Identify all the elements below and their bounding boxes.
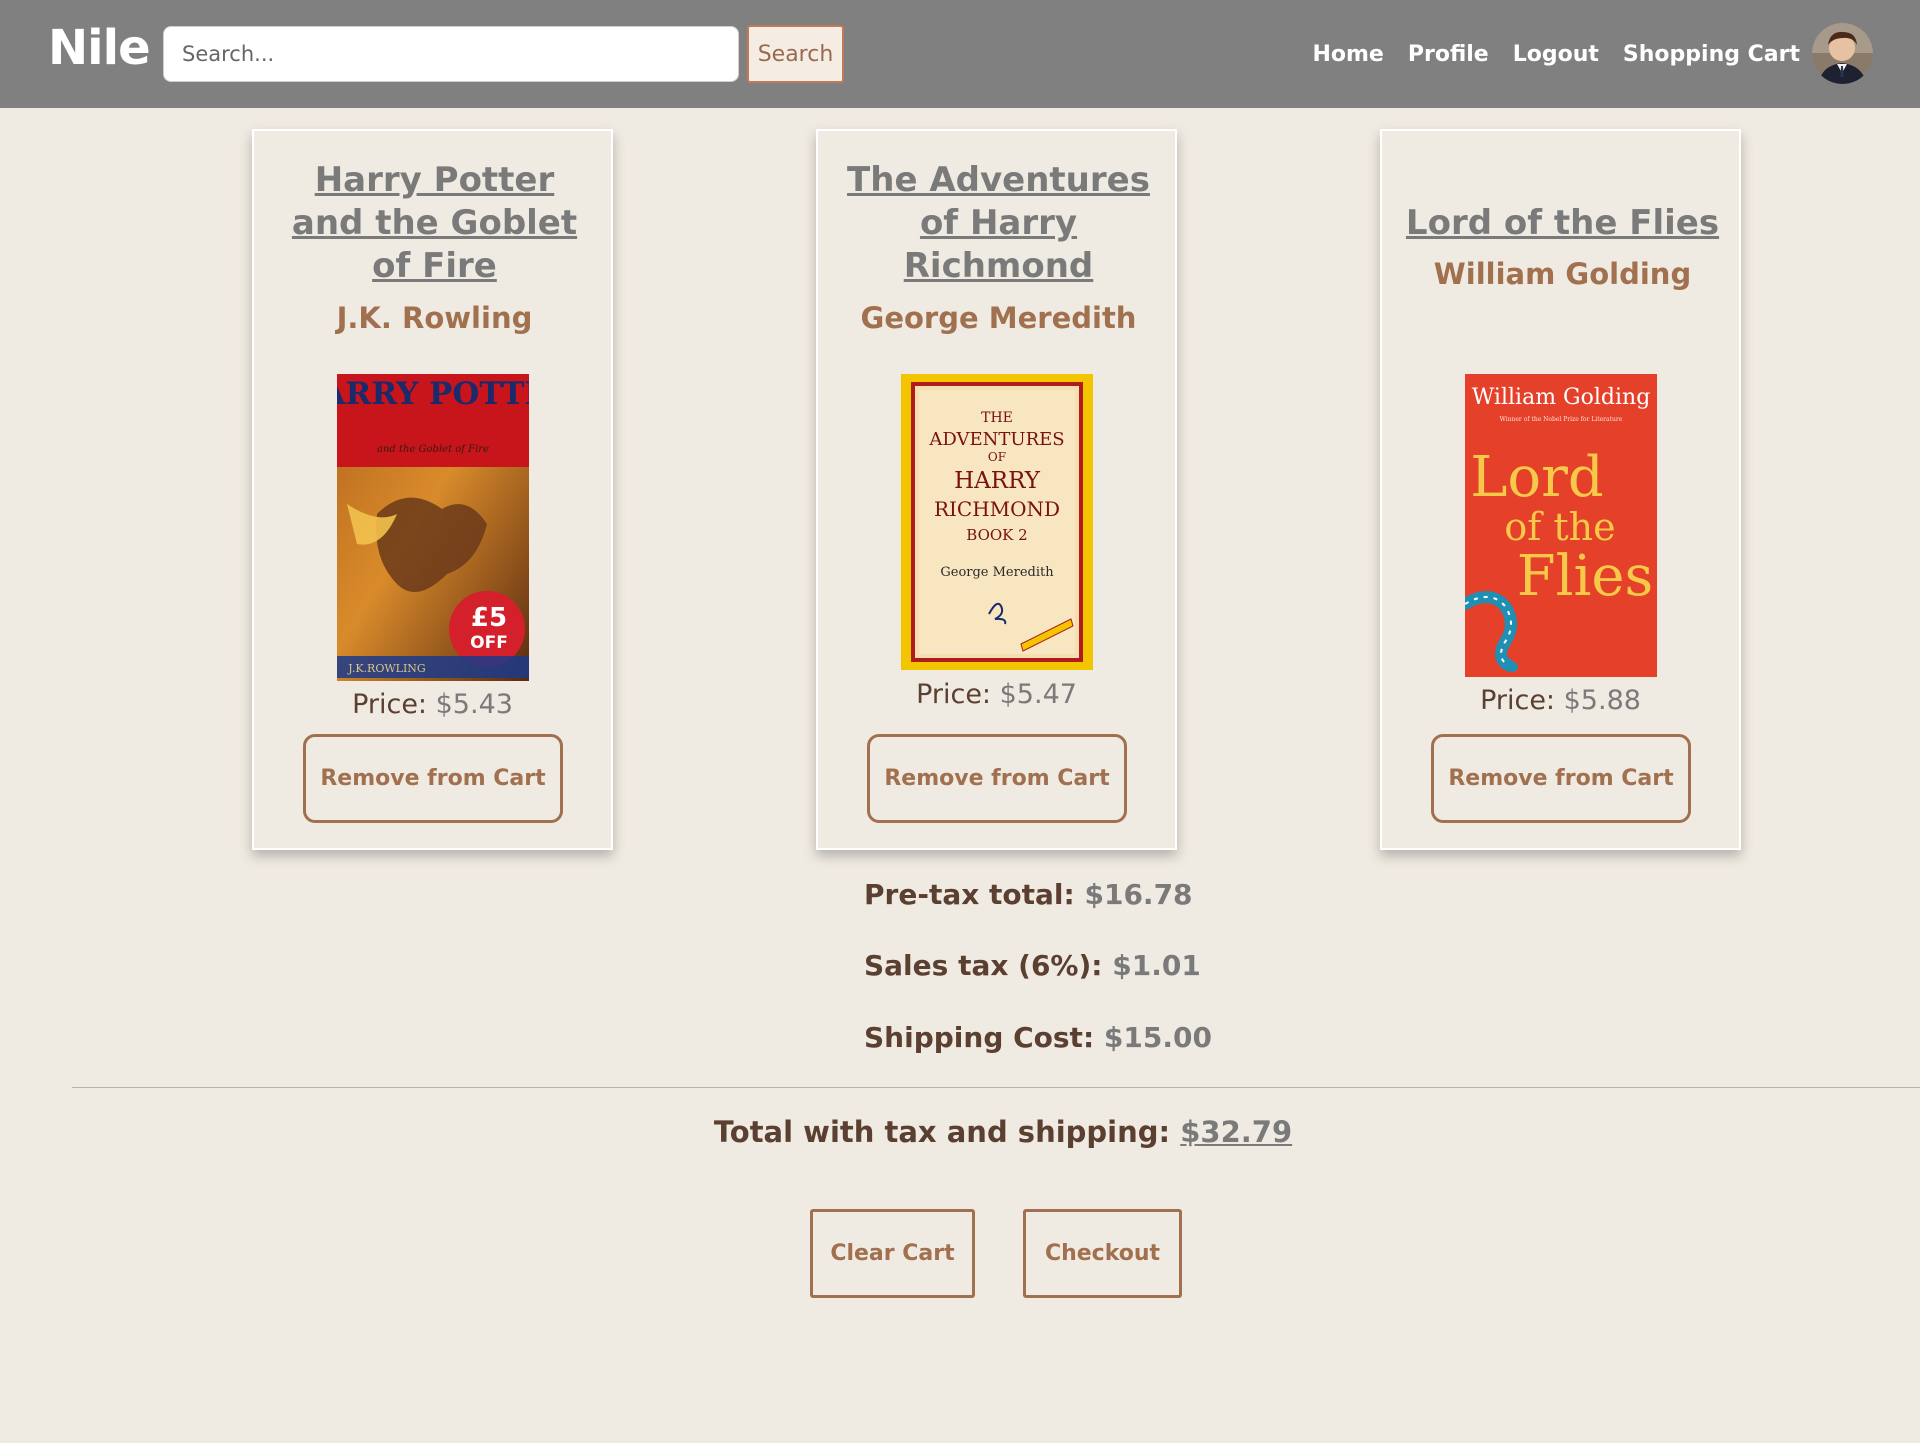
price-text: Price: $5.88 (1382, 685, 1739, 716)
search-input[interactable] (163, 26, 739, 82)
nav-links: Home Profile Logout Shopping Cart (1312, 0, 1800, 108)
svg-text:THE: THE (981, 410, 1013, 426)
price-label: Price: (352, 689, 428, 720)
nav-link-home[interactable]: Home (1312, 42, 1383, 67)
nav-link-logout[interactable]: Logout (1513, 42, 1599, 67)
brand-logo[interactable]: Nile (48, 20, 151, 76)
price-label: Price: (1480, 685, 1556, 716)
pretax-label: Pre-tax total: (864, 878, 1075, 911)
book-cover-image[interactable]: HARRY POTTER and the Goblet of Fire £5 O… (337, 374, 529, 681)
shipping-cost: Shipping Cost: $15.00 (864, 1021, 1212, 1054)
user-avatar-icon (1812, 23, 1873, 84)
book-title-link[interactable]: Harry Potter and the Goblet of Fire (274, 159, 595, 288)
book-author: George Meredith (860, 301, 1137, 335)
svg-text:Flies: Flies (1517, 544, 1654, 609)
grand-total-value[interactable]: $32.79 (1180, 1115, 1292, 1149)
cart-item-card: The Adventures of Harry Richmond George … (816, 129, 1177, 850)
grand-total-label: Total with tax and shipping: (713, 1115, 1171, 1149)
price-text: Price: $5.47 (818, 679, 1175, 710)
sales-tax-value: $1.01 (1112, 949, 1201, 982)
cart-item-card: Lord of the Flies William Golding Willia… (1380, 129, 1741, 850)
svg-text:BOOK 2: BOOK 2 (966, 526, 1027, 544)
top-navbar: Nile Search Home Profile Logout Shopping… (0, 0, 1920, 108)
nav-link-profile[interactable]: Profile (1408, 42, 1489, 67)
svg-text:OF: OF (988, 450, 1006, 464)
book-cover-image[interactable]: William Golding Winner of the Nobel Priz… (1465, 374, 1657, 677)
svg-text:Winner of the Nobel Prize for: Winner of the Nobel Prize for Literature (1500, 416, 1623, 423)
cart-item-card: Harry Potter and the Goblet of Fire J.K.… (252, 129, 613, 850)
pretax-total: Pre-tax total: $16.78 (864, 878, 1193, 911)
shipping-cost-value: $15.00 (1103, 1021, 1212, 1054)
price-value: $5.47 (999, 679, 1077, 710)
checkout-button[interactable]: Checkout (1023, 1209, 1182, 1298)
pretax-value: $16.78 (1084, 878, 1193, 911)
nav-link-shopping-cart[interactable]: Shopping Cart (1623, 42, 1800, 67)
price-value: $5.88 (1563, 685, 1641, 716)
book-title-link[interactable]: The Adventures of Harry Richmond (838, 159, 1159, 288)
svg-text:George Meredith: George Meredith (940, 565, 1054, 580)
sales-tax: Sales tax (6%): $1.01 (864, 949, 1201, 982)
svg-text:OFF: OFF (470, 633, 508, 653)
remove-from-cart-button[interactable]: Remove from Cart (303, 734, 563, 823)
svg-text:ADVENTURES: ADVENTURES (928, 429, 1064, 450)
remove-from-cart-button[interactable]: Remove from Cart (1431, 734, 1691, 823)
clear-cart-button[interactable]: Clear Cart (810, 1209, 975, 1298)
svg-text:William Golding: William Golding (1472, 385, 1651, 410)
book-cover-image[interactable]: THE ADVENTURES OF HARRY RICHMOND BOOK 2 … (901, 374, 1093, 670)
sales-tax-label: Sales tax (6%): (864, 949, 1103, 982)
price-label: Price: (916, 679, 992, 710)
svg-text:HARRY POTTER: HARRY POTTER (337, 376, 529, 412)
book-title-link[interactable]: Lord of the Flies (1402, 202, 1723, 245)
book-author: William Golding (1433, 257, 1692, 291)
shipping-cost-label: Shipping Cost: (864, 1021, 1095, 1054)
svg-text:and the Goblet of Fire: and the Goblet of Fire (377, 444, 489, 455)
svg-text:of the: of the (1504, 505, 1615, 549)
svg-text:HARRY: HARRY (954, 468, 1041, 494)
svg-text:RICHMOND: RICHMOND (934, 497, 1060, 521)
svg-text:J.K.ROWLING: J.K.ROWLING (347, 662, 425, 675)
book-author: J.K. Rowling (336, 301, 533, 335)
totals-divider (72, 1087, 1920, 1088)
svg-text:Lord: Lord (1470, 445, 1604, 510)
svg-text:£5: £5 (471, 603, 507, 633)
grand-total: Total with tax and shipping: $32.79 (0, 1115, 1920, 1149)
price-value: $5.43 (435, 689, 513, 720)
search-button[interactable]: Search (747, 25, 844, 83)
avatar[interactable] (1812, 23, 1873, 84)
price-text: Price: $5.43 (254, 689, 611, 720)
remove-from-cart-button[interactable]: Remove from Cart (867, 734, 1127, 823)
